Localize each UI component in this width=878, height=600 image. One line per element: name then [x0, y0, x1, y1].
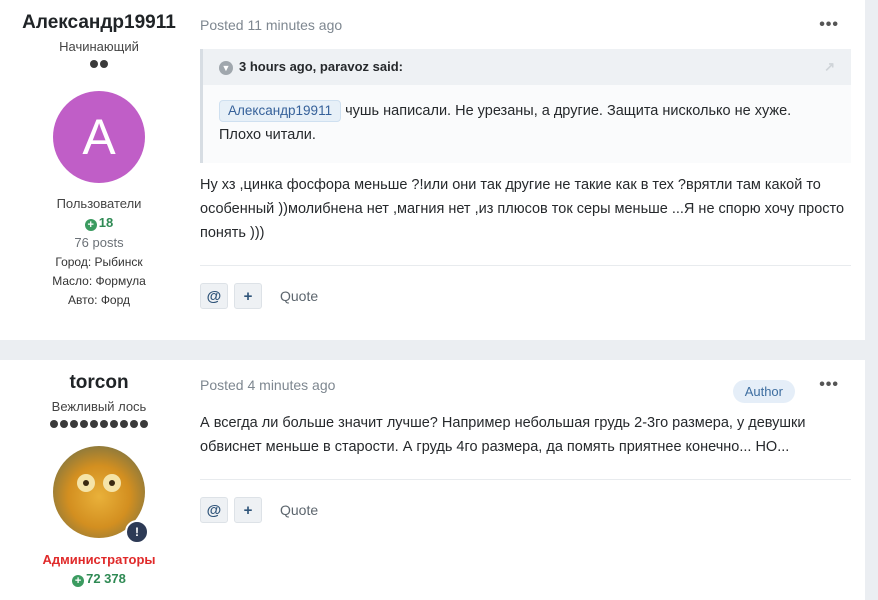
- plus-icon: +: [84, 219, 97, 231]
- post-actions: @ + Quote: [200, 497, 851, 523]
- quote-body: Александр19911 чушь написали. Не урезаны…: [203, 85, 851, 163]
- post-body: Posted 4 minutes ago Author ••• А всегда…: [200, 360, 851, 523]
- more-options-button[interactable]: •••: [819, 376, 839, 394]
- mention-button[interactable]: @: [200, 283, 228, 309]
- author-rank: Начинающий: [59, 39, 139, 54]
- member-group: Пользователи: [56, 196, 142, 211]
- share-icon[interactable]: ↗: [824, 59, 835, 75]
- quote-block: ▼ 3 hours ago, paravoz said: ↗ Александр1…: [200, 49, 851, 163]
- author-name-link[interactable]: torcon: [0, 372, 198, 394]
- rank-pips: [0, 58, 198, 72]
- member-group: Администраторы: [42, 552, 156, 567]
- chevron-down-icon[interactable]: ▼: [219, 61, 233, 75]
- reputation-badge: +72 378: [0, 571, 198, 587]
- profile-field-oil: Масло: Формула: [52, 274, 146, 288]
- profile-field-city: Город: Рыбинск: [55, 255, 143, 269]
- eye-shape: [77, 474, 95, 492]
- post-content: Ну хз ,цинка фосфора меньше ?!или они та…: [200, 177, 845, 241]
- multiquote-button[interactable]: +: [234, 283, 262, 309]
- user-mention[interactable]: Александр19911: [219, 100, 342, 122]
- post: torcon Вежливый лось ! Администраторы +7…: [0, 360, 865, 600]
- rank-pips: [0, 418, 198, 432]
- post-body: Posted 11 minutes ago ••• ▼ 3 hours ago, …: [200, 0, 851, 309]
- author-rank: Вежливый лось: [51, 399, 147, 414]
- reputation-badge: +18: [0, 215, 198, 231]
- post-content: А всегда ли больше значит лучше? Наприме…: [200, 415, 806, 455]
- multiquote-button[interactable]: +: [234, 497, 262, 523]
- shield-icon: !: [125, 520, 149, 544]
- mention-button[interactable]: @: [200, 497, 228, 523]
- author-badge: Author: [732, 380, 795, 403]
- eye-shape: [103, 474, 121, 492]
- post-count: 76 posts: [74, 235, 124, 250]
- post: Александр19911 Начинающий A Пользователи…: [0, 0, 865, 340]
- quote-button[interactable]: Quote: [280, 288, 318, 304]
- plus-icon: +: [72, 575, 85, 587]
- divider: [200, 265, 851, 266]
- quote-button[interactable]: Quote: [280, 502, 318, 518]
- quote-header[interactable]: ▼ 3 hours ago, paravoz said: ↗: [203, 49, 851, 85]
- avatar[interactable]: !: [53, 446, 149, 544]
- more-options-button[interactable]: •••: [819, 16, 839, 34]
- divider: [200, 479, 851, 480]
- post-timestamp[interactable]: Posted 11 minutes ago: [200, 17, 851, 33]
- author-name-link[interactable]: Александр19911: [0, 12, 198, 34]
- post-actions: @ + Quote: [200, 283, 851, 309]
- avatar[interactable]: A: [53, 91, 145, 183]
- author-panel: torcon Вежливый лось ! Администраторы +7…: [0, 360, 198, 587]
- profile-field-car: Авто: Форд: [67, 293, 131, 307]
- author-panel: Александр19911 Начинающий A Пользователи…: [0, 0, 198, 307]
